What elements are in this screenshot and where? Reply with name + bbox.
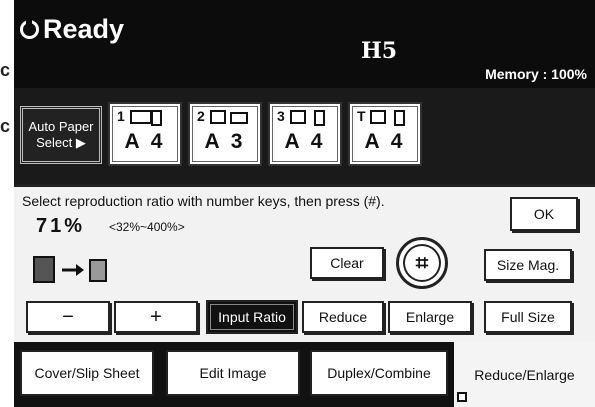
tray-bypass-button[interactable]: T A 4: [348, 102, 422, 166]
ok-button[interactable]: OK: [510, 197, 578, 231]
tab-duplex-combine[interactable]: Duplex/Combine: [310, 350, 448, 396]
instruction-text: Select reproduction ratio with number ke…: [22, 193, 385, 209]
reduce-button[interactable]: Reduce: [302, 301, 384, 333]
memory-indicator: Memory : 100%: [485, 66, 587, 82]
reduce-enlarge-panel: Select reproduction ratio with number ke…: [14, 184, 595, 342]
status-bar: Ready H5 Memory : 100%: [14, 0, 595, 88]
edge-fragment-bottom: c: [0, 116, 11, 136]
tray-size: A 4: [364, 130, 406, 153]
paper-portrait-icon: [151, 110, 162, 126]
auto-paper-label: Auto Paper: [28, 119, 94, 134]
tray-number: 2: [197, 108, 205, 124]
status-code: H5: [361, 38, 398, 64]
power-icon: [20, 18, 39, 39]
tray-icon: [130, 110, 152, 124]
minus-button[interactable]: −: [26, 301, 110, 333]
ratio-range: <32%~400%>: [109, 220, 185, 234]
tray-2-button[interactable]: 2 A 3: [188, 102, 262, 166]
ratio-value: 71%: [36, 215, 86, 237]
tray-size: A 4: [284, 130, 326, 153]
clear-button[interactable]: Clear: [310, 247, 384, 279]
plus-button[interactable]: +: [114, 301, 198, 333]
full-size-button[interactable]: Full Size: [484, 301, 572, 333]
tab-reduce-enlarge[interactable]: Reduce/Enlarge: [454, 342, 595, 407]
enlarge-button[interactable]: Enlarge: [388, 301, 472, 333]
tray-number: 1: [117, 108, 125, 124]
tab-edit-image[interactable]: Edit Image: [166, 350, 300, 396]
tab-indicator-icon: [457, 392, 467, 402]
size-mag-button[interactable]: Size Mag.: [484, 249, 572, 281]
edge-fragment-top: c: [0, 60, 11, 80]
copier-screen: Ready H5 Memory : 100% Auto Paper Select…: [14, 0, 595, 407]
input-ratio-button[interactable]: Input Ratio: [206, 300, 298, 334]
tray-size: A 4: [124, 130, 166, 153]
tray-1-button[interactable]: 1 A 4: [108, 102, 182, 166]
bypass-tray-icon: [370, 110, 386, 124]
tray-icon: [290, 110, 306, 124]
tray-size: A 3: [204, 130, 246, 153]
ready-status: Ready: [20, 14, 124, 45]
tab-cover-slip-sheet[interactable]: Cover/Slip Sheet: [20, 350, 154, 396]
tray-number: T: [357, 108, 366, 124]
tray-number: 3: [277, 108, 285, 124]
status-label: Ready: [43, 14, 125, 44]
function-tabs: Cover/Slip Sheet Edit Image Duplex/Combi…: [14, 342, 595, 407]
paper-tray-bar: Auto Paper Select ▶ 1 A 4 2 A 3 3 A 4 T …: [14, 88, 595, 184]
tray-3-button[interactable]: 3 A 4: [268, 102, 342, 166]
tray-icon: [210, 110, 226, 124]
start-key-icon: ⌗: [396, 237, 448, 289]
auto-paper-select-label: Select ▶: [36, 135, 86, 150]
paper-portrait-icon: [394, 110, 405, 126]
paper-portrait-icon: [314, 110, 325, 126]
reduce-ratio-icon: [33, 256, 107, 283]
auto-paper-select-button[interactable]: Auto Paper Select ▶: [20, 106, 102, 164]
paper-landscape-icon: [230, 112, 248, 124]
